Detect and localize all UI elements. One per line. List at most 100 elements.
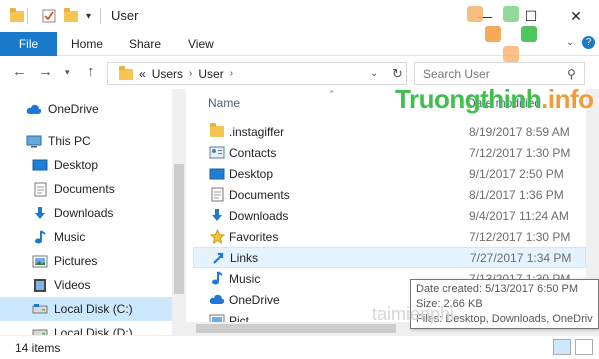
tab-view[interactable]: View xyxy=(188,37,214,51)
search-icon: ⚲ xyxy=(567,66,576,81)
folder-icon xyxy=(209,123,225,139)
nav-item-label: This PC xyxy=(48,134,91,148)
drive-icon xyxy=(32,302,48,316)
breadcrumb-overflow[interactable]: « xyxy=(139,67,146,81)
address-folder-icon xyxy=(113,65,133,83)
nav-item-music[interactable]: Music xyxy=(0,225,172,249)
forward-arrow-icon[interactable]: → xyxy=(38,63,53,80)
file-row[interactable]: Contacts 7/12/2017 1:30 PM xyxy=(193,142,586,163)
large-icons-view-button[interactable] xyxy=(575,339,593,355)
file-name: .instagiffer xyxy=(229,124,285,139)
file-date: 8/19/2017 8:59 AM xyxy=(469,124,570,139)
nav-item-videos[interactable]: Videos xyxy=(0,273,172,297)
new-folder-icon[interactable] xyxy=(64,7,78,25)
nav-item-documents[interactable]: Documents xyxy=(0,177,172,201)
nav-item-this-pc[interactable]: This PC xyxy=(0,129,172,153)
window-folder-icon xyxy=(10,7,24,25)
sort-ascending-icon: ⌃ xyxy=(328,89,336,99)
nav-item-local-disk-d[interactable]: Local Disk (D:) xyxy=(0,321,172,335)
nav-item-label: Documents xyxy=(54,182,115,196)
logo-mark-icon xyxy=(467,6,553,92)
file-name: Downloads xyxy=(229,208,289,223)
downloads-icon xyxy=(209,208,225,223)
contacts-icon xyxy=(209,145,225,160)
drive-icon xyxy=(32,326,48,335)
file-name: Contacts xyxy=(229,145,277,160)
nav-scrollbar[interactable] xyxy=(172,89,186,335)
nav-item-pictures[interactable]: Pictures xyxy=(0,249,172,273)
file-name: Desktop xyxy=(229,166,274,181)
file-date: 9/4/2017 11:24 AM xyxy=(469,208,569,223)
nav-item-downloads[interactable]: Downloads xyxy=(0,201,172,225)
breadcrumb-separator-icon[interactable]: › xyxy=(230,68,233,79)
cloud-icon xyxy=(26,102,42,116)
horizontal-scrollbar-thumb[interactable] xyxy=(196,324,396,333)
file-row[interactable]: Documents 8/1/2017 1:36 PM xyxy=(193,184,586,205)
file-date: 7/12/2017 1:30 PM xyxy=(469,145,571,160)
customize-quick-access-icon[interactable]: ▾ xyxy=(86,7,91,25)
file-date: 8/1/2017 1:36 PM xyxy=(469,187,564,202)
desktop-icon xyxy=(209,166,225,181)
nav-scrollbar-thumb[interactable] xyxy=(174,164,184,294)
nav-item-label: OneDrive xyxy=(48,102,99,116)
cloud-icon xyxy=(209,292,225,307)
file-name: Favorites xyxy=(229,229,279,244)
nav-item-label: Downloads xyxy=(54,206,114,220)
file-row[interactable]: .instagiffer 8/19/2017 8:59 AM xyxy=(193,121,586,142)
breadcrumb-separator-icon[interactable]: › xyxy=(189,68,192,79)
file-row[interactable]: Downloads 9/4/2017 11:24 AM xyxy=(193,205,586,226)
links-icon xyxy=(210,250,226,265)
recent-locations-icon[interactable]: ▾ xyxy=(65,67,70,78)
file-name: Documents xyxy=(229,187,290,202)
nav-item-label: Pictures xyxy=(54,254,98,268)
documents-icon xyxy=(32,182,48,196)
expand-ribbon-icon[interactable]: ⌄ xyxy=(566,37,574,48)
item-count: 14 items xyxy=(15,341,61,355)
nav-item-label: Local Disk (C:) xyxy=(54,302,133,316)
tab-home[interactable]: Home xyxy=(71,37,103,51)
star-icon xyxy=(209,229,225,244)
pictures-icon xyxy=(32,254,48,268)
help-icon[interactable]: ? xyxy=(582,36,595,49)
status-bar: 14 items xyxy=(0,335,599,359)
file-name: Links xyxy=(230,250,259,265)
file-row[interactable]: Favorites 7/12/2017 1:30 PM xyxy=(193,226,586,247)
file-row[interactable]: Desktop 9/1/2017 2:50 PM xyxy=(193,163,586,184)
desktop-icon xyxy=(32,158,48,172)
music-icon xyxy=(209,271,225,286)
properties-icon[interactable] xyxy=(42,7,56,25)
videos-icon xyxy=(32,278,48,292)
file-name: Music xyxy=(229,271,261,286)
column-header-name[interactable]: Name xyxy=(208,96,240,110)
nav-item-local-disk-c[interactable]: Local Disk (C:) xyxy=(0,297,172,321)
up-arrow-icon[interactable]: ↑ xyxy=(87,63,95,80)
nav-item-desktop[interactable]: Desktop xyxy=(0,153,172,177)
documents-icon xyxy=(209,187,225,202)
window-title: User xyxy=(111,8,139,23)
quick-access-divider xyxy=(27,8,28,24)
tab-share[interactable]: Share xyxy=(129,37,161,51)
nav-item-label: Music xyxy=(54,230,86,244)
details-view-button[interactable] xyxy=(553,339,571,355)
tooltip-date-created: Date created: 5/13/2017 6:50 PM xyxy=(416,283,579,295)
bottom-watermark: taimienphi xyxy=(372,304,455,324)
title-divider xyxy=(100,8,101,24)
nav-item-label: Local Disk (D:) xyxy=(54,326,133,335)
close-button[interactable]: ✕ xyxy=(553,0,599,32)
nav-item-label: Desktop xyxy=(54,158,99,172)
address-dropdown-icon[interactable]: ⌄ xyxy=(370,68,378,79)
refresh-icon[interactable]: ↻ xyxy=(392,66,403,82)
file-date: 7/27/2017 1:34 PM xyxy=(470,250,572,265)
file-name: OneDrive xyxy=(229,292,280,307)
tab-file[interactable]: File xyxy=(0,32,57,56)
file-date: 9/1/2017 2:50 PM xyxy=(469,166,564,181)
watermark-logo: Truongthinh.info xyxy=(395,84,594,114)
file-date: 7/12/2017 1:30 PM xyxy=(469,229,571,244)
breadcrumb-users[interactable]: Users xyxy=(152,67,183,81)
back-arrow-icon[interactable]: ← xyxy=(12,63,27,80)
address-bar[interactable]: « Users › User › ⌄ ↻ xyxy=(107,62,407,85)
music-icon xyxy=(32,229,48,244)
file-row[interactable]: Links 7/27/2017 1:34 PM xyxy=(193,247,586,268)
nav-item-onedrive[interactable]: OneDrive xyxy=(0,97,172,121)
breadcrumb-user[interactable]: User xyxy=(198,67,223,81)
